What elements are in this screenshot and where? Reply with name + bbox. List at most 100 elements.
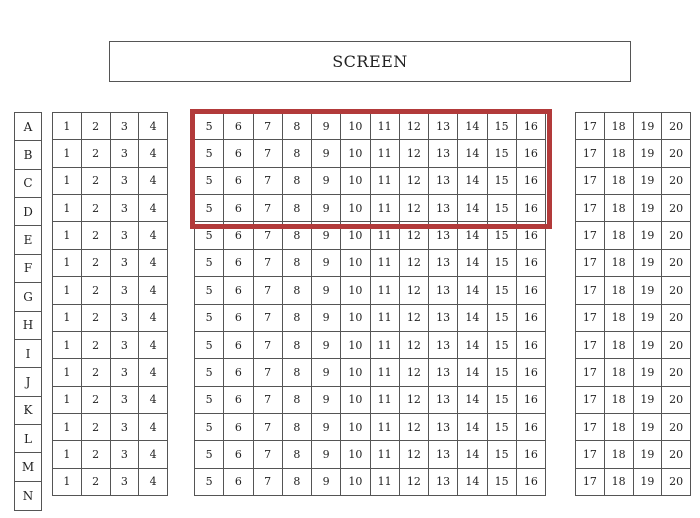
seat-h-11[interactable]: 11 — [369, 303, 400, 332]
seat-j-2[interactable]: 2 — [80, 358, 111, 387]
seat-b-15[interactable]: 15 — [486, 139, 517, 168]
seat-h-13[interactable]: 13 — [427, 303, 459, 332]
seat-m-13[interactable]: 13 — [427, 440, 459, 469]
seat-d-5[interactable]: 5 — [193, 194, 225, 223]
seat-h-20[interactable]: 20 — [661, 303, 691, 332]
seat-g-14[interactable]: 14 — [457, 276, 488, 305]
seat-c-5[interactable]: 5 — [193, 166, 225, 196]
seat-h-16[interactable]: 16 — [515, 303, 547, 332]
seat-a-15[interactable]: 15 — [486, 111, 517, 141]
seat-i-6[interactable]: 6 — [223, 330, 254, 360]
seat-d-13[interactable]: 13 — [427, 194, 459, 223]
seat-b-14[interactable]: 14 — [457, 139, 488, 168]
seat-n-16[interactable]: 16 — [515, 467, 547, 497]
seat-l-1[interactable]: 1 — [52, 412, 82, 442]
seat-l-6[interactable]: 6 — [223, 412, 254, 442]
seat-m-3[interactable]: 3 — [109, 440, 140, 469]
seat-e-7[interactable]: 7 — [252, 221, 283, 250]
seat-l-18[interactable]: 18 — [603, 412, 634, 442]
seat-m-12[interactable]: 12 — [398, 440, 430, 469]
seat-m-8[interactable]: 8 — [281, 440, 313, 469]
seat-b-4[interactable]: 4 — [138, 139, 168, 168]
seat-g-10[interactable]: 10 — [340, 276, 371, 305]
seat-m-9[interactable]: 9 — [310, 440, 342, 469]
seat-h-15[interactable]: 15 — [486, 303, 517, 332]
seat-h-18[interactable]: 18 — [603, 303, 634, 332]
seat-g-16[interactable]: 16 — [515, 276, 547, 305]
seat-b-12[interactable]: 12 — [398, 139, 430, 168]
seat-c-3[interactable]: 3 — [109, 166, 140, 196]
seat-l-10[interactable]: 10 — [340, 412, 371, 442]
seat-c-6[interactable]: 6 — [223, 166, 254, 196]
seat-a-10[interactable]: 10 — [340, 111, 371, 141]
seat-k-12[interactable]: 12 — [398, 385, 430, 414]
seat-i-11[interactable]: 11 — [369, 330, 400, 360]
seat-j-16[interactable]: 16 — [515, 358, 547, 387]
seat-a-4[interactable]: 4 — [138, 111, 168, 141]
seat-d-16[interactable]: 16 — [515, 194, 547, 223]
seat-h-19[interactable]: 19 — [632, 303, 663, 332]
seat-j-17[interactable]: 17 — [575, 358, 605, 387]
seat-e-10[interactable]: 10 — [340, 221, 371, 250]
seat-l-14[interactable]: 14 — [457, 412, 488, 442]
seat-a-7[interactable]: 7 — [252, 111, 283, 141]
seat-b-1[interactable]: 1 — [52, 139, 82, 168]
seat-a-9[interactable]: 9 — [310, 111, 342, 141]
seat-n-19[interactable]: 19 — [632, 467, 663, 497]
seat-j-3[interactable]: 3 — [109, 358, 140, 387]
seat-h-17[interactable]: 17 — [575, 303, 605, 332]
seat-f-5[interactable]: 5 — [193, 248, 225, 278]
seat-j-6[interactable]: 6 — [223, 358, 254, 387]
seat-h-2[interactable]: 2 — [80, 303, 111, 332]
seat-c-2[interactable]: 2 — [80, 166, 111, 196]
seat-f-17[interactable]: 17 — [575, 248, 605, 278]
seat-h-3[interactable]: 3 — [109, 303, 140, 332]
seat-j-13[interactable]: 13 — [427, 358, 459, 387]
seat-b-2[interactable]: 2 — [80, 139, 111, 168]
seat-i-19[interactable]: 19 — [632, 330, 663, 360]
seat-b-5[interactable]: 5 — [193, 139, 225, 168]
seat-k-18[interactable]: 18 — [603, 385, 634, 414]
seat-l-16[interactable]: 16 — [515, 412, 547, 442]
seat-c-20[interactable]: 20 — [661, 166, 691, 196]
seat-l-15[interactable]: 15 — [486, 412, 517, 442]
seat-i-2[interactable]: 2 — [80, 330, 111, 360]
seat-e-17[interactable]: 17 — [575, 221, 605, 250]
seat-n-17[interactable]: 17 — [575, 467, 605, 497]
seat-a-14[interactable]: 14 — [457, 111, 488, 141]
seat-i-10[interactable]: 10 — [340, 330, 371, 360]
seat-f-1[interactable]: 1 — [52, 248, 82, 278]
seat-n-10[interactable]: 10 — [340, 467, 371, 497]
seat-f-3[interactable]: 3 — [109, 248, 140, 278]
seat-k-19[interactable]: 19 — [632, 385, 663, 414]
seat-d-8[interactable]: 8 — [281, 194, 313, 223]
seat-d-6[interactable]: 6 — [223, 194, 254, 223]
seat-f-15[interactable]: 15 — [486, 248, 517, 278]
seat-m-2[interactable]: 2 — [80, 440, 111, 469]
seat-c-1[interactable]: 1 — [52, 166, 82, 196]
seat-h-8[interactable]: 8 — [281, 303, 313, 332]
seat-n-4[interactable]: 4 — [138, 467, 168, 497]
seat-b-20[interactable]: 20 — [661, 139, 691, 168]
seat-g-17[interactable]: 17 — [575, 276, 605, 305]
seat-h-10[interactable]: 10 — [340, 303, 371, 332]
seat-c-15[interactable]: 15 — [486, 166, 517, 196]
seat-l-2[interactable]: 2 — [80, 412, 111, 442]
seat-j-1[interactable]: 1 — [52, 358, 82, 387]
seat-e-11[interactable]: 11 — [369, 221, 400, 250]
seat-g-11[interactable]: 11 — [369, 276, 400, 305]
seat-n-2[interactable]: 2 — [80, 467, 111, 497]
seat-c-18[interactable]: 18 — [603, 166, 634, 196]
seat-i-14[interactable]: 14 — [457, 330, 488, 360]
seat-m-11[interactable]: 11 — [369, 440, 400, 469]
seat-j-4[interactable]: 4 — [138, 358, 168, 387]
seat-k-1[interactable]: 1 — [52, 385, 82, 414]
seat-f-9[interactable]: 9 — [310, 248, 342, 278]
seat-n-11[interactable]: 11 — [369, 467, 400, 497]
seat-i-20[interactable]: 20 — [661, 330, 691, 360]
seat-m-15[interactable]: 15 — [486, 440, 517, 469]
seat-c-19[interactable]: 19 — [632, 166, 663, 196]
seat-j-20[interactable]: 20 — [661, 358, 691, 387]
seat-b-11[interactable]: 11 — [369, 139, 400, 168]
seat-a-8[interactable]: 8 — [281, 111, 313, 141]
